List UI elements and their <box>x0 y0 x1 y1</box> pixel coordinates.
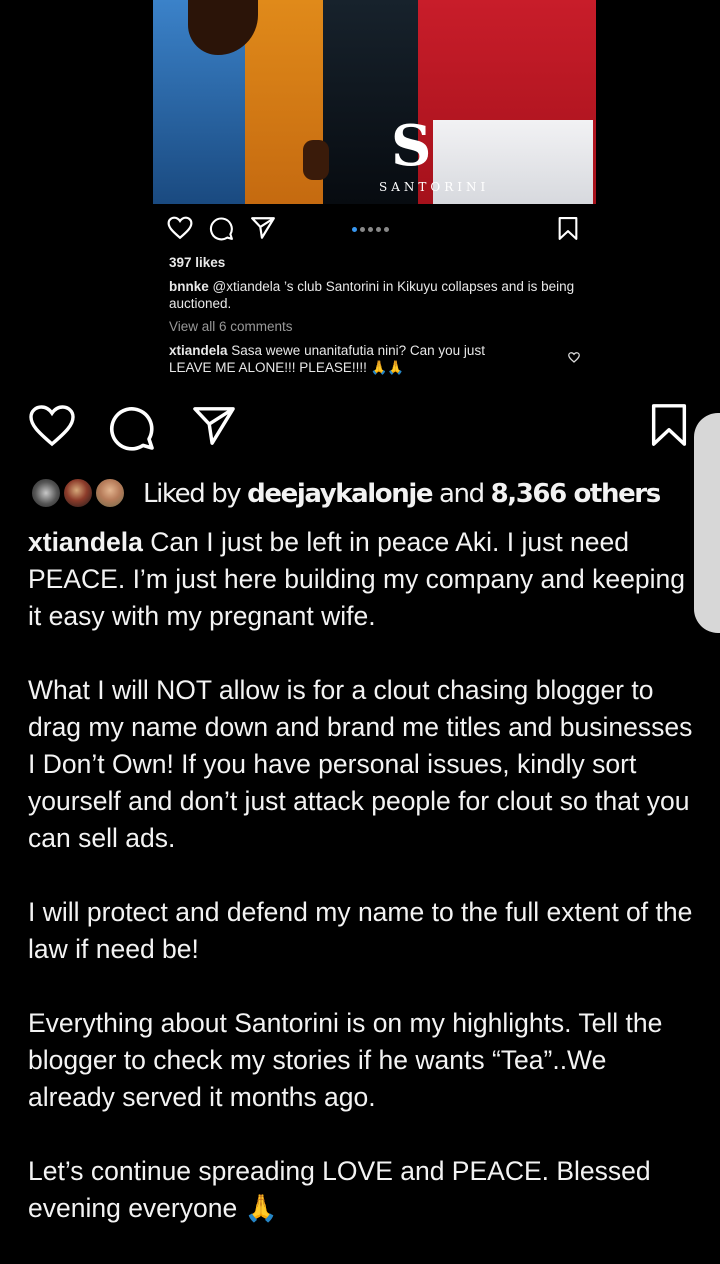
embedded-send-icon <box>251 217 275 239</box>
liker-avatar <box>30 477 62 509</box>
carousel-dot <box>384 227 389 232</box>
send-icon[interactable] <box>190 405 238 447</box>
embedded-comment-user: xtiandela <box>169 343 228 358</box>
caption-paragraph: I will protect and defend my name to the… <box>28 897 693 964</box>
comment-icon[interactable] <box>108 404 156 452</box>
liked-by-prefix: Liked by <box>143 479 248 509</box>
post-caption: xtiandela Can I just be left in peace Ak… <box>28 524 698 1264</box>
liked-by-user[interactable]: deejaykalonje <box>247 479 433 509</box>
caption-paragraph: xtiandela Can I just be left in peace Ak… <box>28 524 698 635</box>
embedded-caption-user: bnnke <box>169 279 209 294</box>
liker-avatar <box>94 477 126 509</box>
carousel-indicator <box>352 227 389 232</box>
embedded-caption: bnnke @xtiandela ’s club Santorini in Ki… <box>169 278 579 312</box>
embedded-comment: xtiandela Sasa wewe unanitafutia nini? C… <box>169 342 529 376</box>
carousel-dot <box>368 227 373 232</box>
embedded-heart-icon <box>167 216 193 240</box>
embedded-comment-heart-icon <box>568 352 580 363</box>
embedded-post-photo: S SANTORINI <box>153 0 596 204</box>
carousel-dot <box>352 227 357 232</box>
liked-by-row[interactable]: Liked by deejaykalonje and 8,366 others <box>30 477 690 513</box>
heart-icon[interactable] <box>28 404 76 448</box>
santorini-logo-word: SANTORINI <box>379 180 490 194</box>
caption-paragraph: Everything about Santorini is on my high… <box>28 1008 663 1112</box>
embedded-view-all-comments: View all 6 comments <box>169 319 293 334</box>
caption-paragraph: What I will NOT allow is for a clout cha… <box>28 675 693 853</box>
embedded-likes-count: 397 likes <box>169 255 226 270</box>
liked-by-and: and <box>432 479 491 509</box>
caption-paragraph: Let’s continue spreading LOVE and PEACE.… <box>28 1156 651 1223</box>
embedded-bookmark-icon <box>558 217 578 240</box>
embedded-post-screenshot: S SANTORINI 397 likes bnnke @xtiandela ’… <box>153 0 596 385</box>
embedded-comment-icon <box>209 217 233 241</box>
carousel-dot <box>360 227 365 232</box>
bookmark-icon[interactable] <box>648 402 690 448</box>
santorini-logo-letter: S <box>391 113 432 179</box>
liked-by-others[interactable]: 8,366 others <box>491 479 662 509</box>
carousel-dot <box>376 227 381 232</box>
post-action-bar <box>0 400 720 452</box>
liked-by-text[interactable]: Liked by deejaykalonje and 8,366 others <box>143 479 662 509</box>
liker-avatar <box>62 477 94 509</box>
caption-username[interactable]: xtiandela <box>28 527 143 557</box>
embedded-caption-text: @xtiandela ’s club Santorini in Kikuyu c… <box>169 279 575 311</box>
